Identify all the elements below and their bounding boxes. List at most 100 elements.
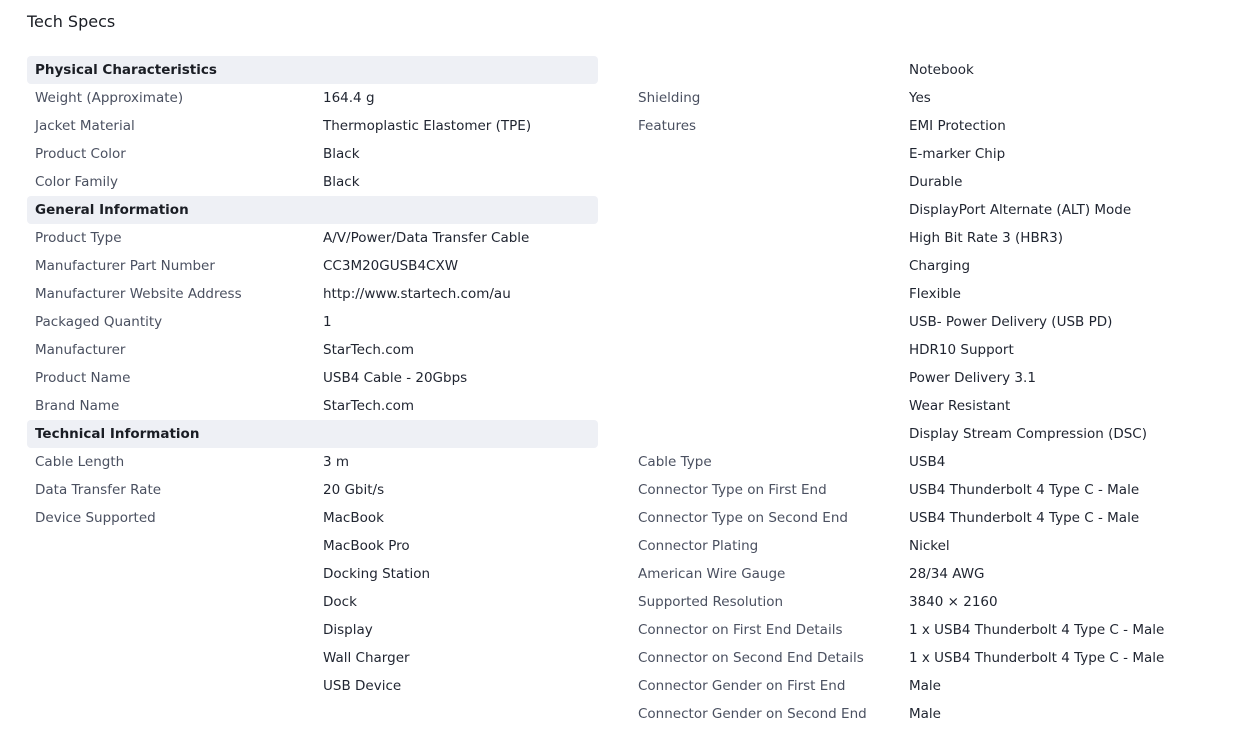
spec-value: A/V/Power/Data Transfer Cable bbox=[323, 230, 530, 246]
spec-label: Connector on First End Details bbox=[638, 622, 843, 638]
spec-row: Durable bbox=[630, 168, 1230, 196]
spec-row: High Bit Rate 3 (HBR3) bbox=[630, 224, 1230, 252]
spec-value: USB4 bbox=[909, 454, 946, 470]
spec-label: Supported Resolution bbox=[638, 594, 784, 610]
spec-row: Connector on First End Details 1 x USB4 T… bbox=[630, 616, 1230, 644]
spec-label: Connector Gender on Second End bbox=[638, 706, 867, 722]
spec-row: Connector on Second End Details 1 x USB4 … bbox=[630, 644, 1230, 672]
spec-row: Device Supported MacBook bbox=[27, 504, 598, 532]
spec-label: Manufacturer Part Number bbox=[35, 258, 215, 274]
spec-value: USB- Power Delivery (USB PD) bbox=[909, 314, 1113, 330]
spec-row: Wear Resistant bbox=[630, 392, 1230, 420]
spec-value: 20 Gbit/s bbox=[323, 482, 385, 498]
spec-label: Jacket Material bbox=[35, 118, 135, 134]
spec-row: Shielding Yes bbox=[630, 84, 1230, 112]
spec-row: DisplayPort Alternate (ALT) Mode bbox=[630, 196, 1230, 224]
spec-row: Product Name USB4 Cable - 20Gbps bbox=[27, 364, 598, 392]
spec-value: MacBook bbox=[323, 510, 384, 526]
spec-row: MacBook Pro bbox=[27, 532, 598, 560]
spec-label: Brand Name bbox=[35, 398, 120, 414]
spec-row: Connector Gender on First End Male bbox=[630, 672, 1230, 700]
spec-value: Display bbox=[323, 622, 373, 638]
spec-row: American Wire Gauge 28/34 AWG bbox=[630, 560, 1230, 588]
spec-label: Connector Plating bbox=[638, 538, 759, 554]
page-title: Tech Specs bbox=[27, 12, 116, 31]
spec-value: USB Device bbox=[323, 678, 402, 694]
spec-row: Data Transfer Rate 20 Gbit/s bbox=[27, 476, 598, 504]
spec-label: Data Transfer Rate bbox=[35, 482, 162, 498]
spec-row: USB Device bbox=[27, 672, 598, 700]
spec-value: Black bbox=[323, 174, 360, 190]
spec-value: USB4 Thunderbolt 4 Type C - Male bbox=[909, 510, 1140, 526]
spec-value: Notebook bbox=[909, 62, 974, 78]
spec-value: Power Delivery 3.1 bbox=[909, 370, 1036, 386]
spec-value: Thermoplastic Elastomer (TPE) bbox=[323, 118, 532, 134]
spec-label: Color Family bbox=[35, 174, 118, 190]
spec-value: Flexible bbox=[909, 286, 961, 302]
specs-right-column: Notebook Shielding Yes Features EMI Protecti… bbox=[630, 56, 1230, 728]
spec-label: Product Color bbox=[35, 146, 126, 162]
spec-value: 1 x USB4 Thunderbolt 4 Type C - Male bbox=[909, 622, 1165, 638]
spec-row: Features EMI Protection bbox=[630, 112, 1230, 140]
spec-value: USB4 Thunderbolt 4 Type C - Male bbox=[909, 482, 1140, 498]
spec-value: Dock bbox=[323, 594, 357, 610]
spec-row: Manufacturer StarTech.com bbox=[27, 336, 598, 364]
section-header: Technical Information bbox=[27, 420, 598, 448]
spec-row: Manufacturer Website Address http://www.s… bbox=[27, 280, 598, 308]
spec-label: American Wire Gauge bbox=[638, 566, 786, 582]
spec-label: Manufacturer bbox=[35, 342, 126, 358]
spec-value: Black bbox=[323, 146, 360, 162]
spec-row: Display Stream Compression (DSC) bbox=[630, 420, 1230, 448]
spec-label: Features bbox=[638, 118, 697, 134]
spec-row: Brand Name StarTech.com bbox=[27, 392, 598, 420]
spec-value: Male bbox=[909, 706, 941, 722]
spec-value: Charging bbox=[909, 258, 971, 274]
spec-row: Dock bbox=[27, 588, 598, 616]
spec-value: 1 bbox=[323, 314, 332, 330]
spec-label: Manufacturer Website Address bbox=[35, 286, 242, 302]
spec-value: Nickel bbox=[909, 538, 950, 554]
spec-value: 28/34 AWG bbox=[909, 566, 985, 582]
spec-value: Wear Resistant bbox=[909, 398, 1011, 414]
spec-value: High Bit Rate 3 (HBR3) bbox=[909, 230, 1063, 246]
spec-row: USB- Power Delivery (USB PD) bbox=[630, 308, 1230, 336]
spec-value: DisplayPort Alternate (ALT) Mode bbox=[909, 202, 1132, 218]
spec-row: Connector Type on Second End USB4 Thunder… bbox=[630, 504, 1230, 532]
spec-label: Connector on Second End Details bbox=[638, 650, 864, 666]
spec-value: EMI Protection bbox=[909, 118, 1006, 134]
spec-row: Connector Plating Nickel bbox=[630, 532, 1230, 560]
spec-row: Charging bbox=[630, 252, 1230, 280]
spec-row: Connector Gender on Second End Male bbox=[630, 700, 1230, 728]
spec-value: Male bbox=[909, 678, 941, 694]
spec-value: 3 m bbox=[323, 454, 350, 470]
spec-value: Yes bbox=[909, 90, 931, 106]
spec-label: Packaged Quantity bbox=[35, 314, 163, 330]
spec-row: Color Family Black bbox=[27, 168, 598, 196]
spec-row: E-marker Chip bbox=[630, 140, 1230, 168]
spec-label: Connector Type on First End bbox=[638, 482, 827, 498]
spec-label: Cable Length bbox=[35, 454, 125, 470]
spec-row: Weight (Approximate) 164.4 g bbox=[27, 84, 598, 112]
spec-row: Connector Type on First End USB4 Thunderb… bbox=[630, 476, 1230, 504]
spec-label: Cable Type bbox=[638, 454, 712, 470]
specs-left-column: Physical Characteristics Weight (Approxim… bbox=[27, 56, 598, 700]
spec-value: MacBook Pro bbox=[323, 538, 410, 554]
spec-value: Durable bbox=[909, 174, 963, 190]
spec-label: Connector Type on Second End bbox=[638, 510, 848, 526]
spec-value: 1 x USB4 Thunderbolt 4 Type C - Male bbox=[909, 650, 1165, 666]
spec-value: USB4 Cable - 20Gbps bbox=[323, 370, 468, 386]
spec-label: Product Type bbox=[35, 230, 122, 246]
spec-value: 3840 × 2160 bbox=[909, 594, 998, 610]
spec-label: Device Supported bbox=[35, 510, 156, 526]
section-header: General Information bbox=[27, 196, 598, 224]
spec-label: Weight (Approximate) bbox=[35, 90, 184, 106]
spec-row: HDR10 Support bbox=[630, 336, 1230, 364]
spec-value: http://www.startech.com/au bbox=[323, 286, 511, 302]
spec-value: E-marker Chip bbox=[909, 146, 1006, 162]
spec-row: Product Type A/V/Power/Data Transfer Cabl… bbox=[27, 224, 598, 252]
spec-row: Cable Type USB4 bbox=[630, 448, 1230, 476]
spec-value: StarTech.com bbox=[323, 342, 415, 358]
spec-row: Cable Length 3 m bbox=[27, 448, 598, 476]
spec-row: Product Color Black bbox=[27, 140, 598, 168]
spec-value: HDR10 Support bbox=[909, 342, 1014, 358]
